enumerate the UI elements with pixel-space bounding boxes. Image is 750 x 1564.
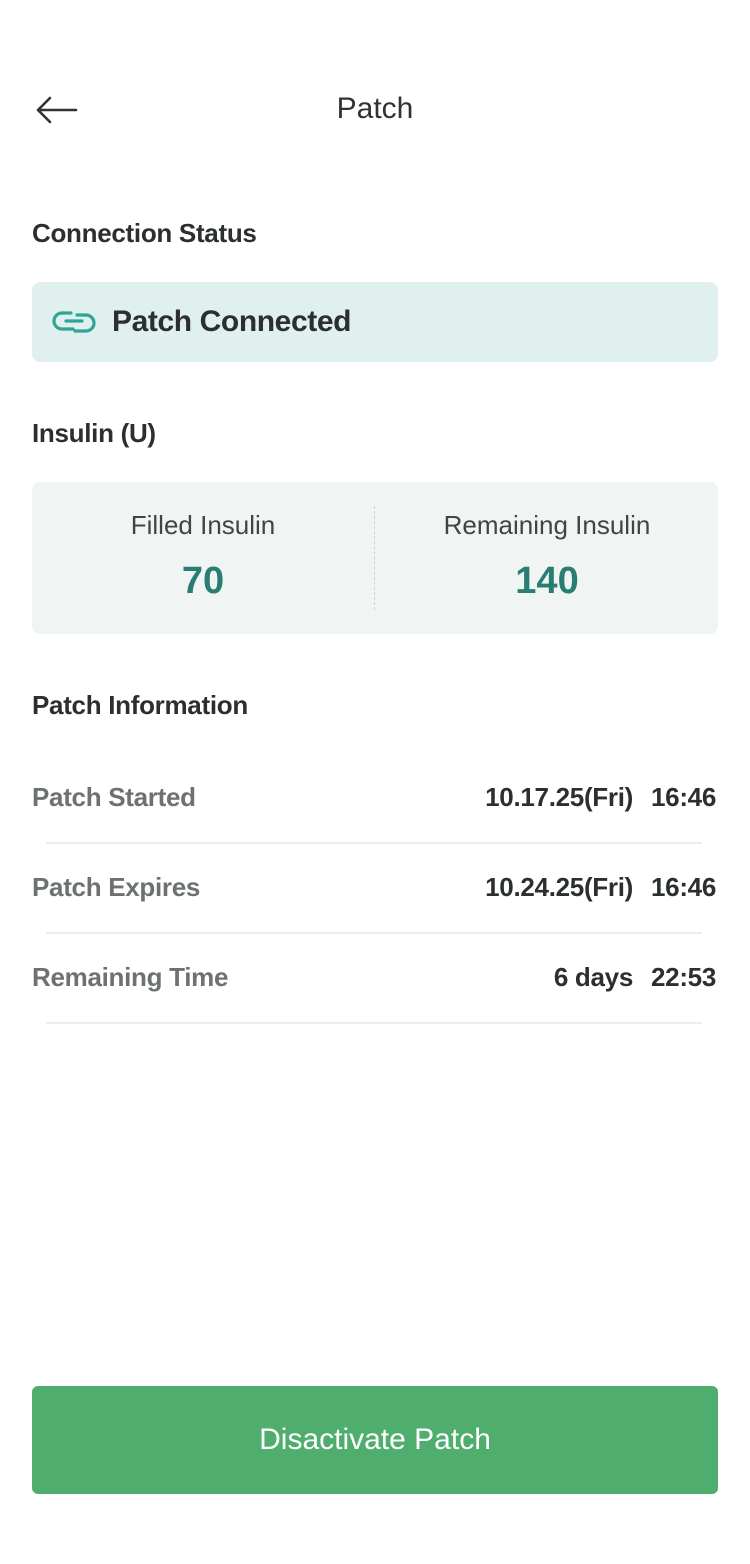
info-value: 10.24.25(Fri) 16:46 xyxy=(485,872,716,903)
remaining-insulin: Remaining Insulin 140 xyxy=(376,482,718,634)
divider xyxy=(46,842,702,844)
info-date: 10.17.25(Fri) xyxy=(485,782,633,812)
info-row-patch-started: Patch Started 10.17.25(Fri) 16:46 xyxy=(32,768,718,828)
connection-status-card: Patch Connected xyxy=(32,282,718,362)
insulin-divider xyxy=(374,506,375,610)
filled-insulin: Filled Insulin 70 xyxy=(32,482,374,634)
info-date: 6 days xyxy=(553,962,633,992)
page-title: Patch xyxy=(336,92,414,125)
connection-status-title: Connection Status xyxy=(32,218,257,248)
info-time: 16:46 xyxy=(651,872,716,902)
info-date: 10.24.25(Fri) xyxy=(485,872,633,902)
link-icon xyxy=(50,305,98,339)
disactivate-patch-button[interactable]: Disactivate Patch xyxy=(32,1386,718,1494)
info-value: 6 days 22:53 xyxy=(554,962,716,993)
info-time: 22:53 xyxy=(651,962,716,992)
insulin-section-title: Insulin (U) xyxy=(32,418,156,448)
info-value: 10.17.25(Fri) 16:46 xyxy=(485,782,716,813)
info-label: Patch Started xyxy=(32,782,196,812)
info-time: 16:46 xyxy=(651,782,716,812)
connection-status-text: Patch Connected xyxy=(112,305,352,338)
insulin-card: Filled Insulin 70 Remaining Insulin 140 xyxy=(32,482,718,634)
divider xyxy=(46,1022,702,1024)
header: Patch xyxy=(0,70,750,150)
info-row-remaining-time: Remaining Time 6 days 22:53 xyxy=(32,948,718,1008)
patch-information-title: Patch Information xyxy=(32,690,248,720)
remaining-insulin-label: Remaining Insulin xyxy=(443,510,651,540)
info-row-patch-expires: Patch Expires 10.24.25(Fri) 16:46 xyxy=(32,858,718,918)
info-label: Patch Expires xyxy=(32,872,201,902)
filled-insulin-value: 70 xyxy=(181,560,225,602)
filled-insulin-label: Filled Insulin xyxy=(130,510,276,540)
remaining-insulin-value: 140 xyxy=(515,560,579,602)
divider xyxy=(46,932,702,934)
info-label: Remaining Time xyxy=(32,962,229,992)
